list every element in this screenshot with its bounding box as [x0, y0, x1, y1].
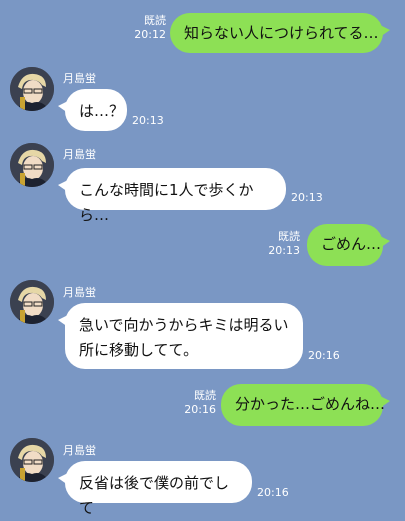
message-time: 20:16 [308, 349, 340, 362]
message-meta: 既読 20:16 [166, 389, 216, 417]
sender-name: 月島蛍 [63, 148, 96, 161]
message-text-line: 急いで向かうからキミは明るい [79, 316, 289, 334]
message-time: 20:12 [134, 28, 166, 41]
chat-window[interactable]: 既読 20:12 知らない人につけられてる… 月島蛍 は…？ 20:13 月島蛍… [0, 0, 405, 517]
incoming-message-bubble[interactable]: 反省は後で僕の前でして [58, 461, 252, 517]
message-meta: 既読 20:13 [250, 230, 300, 258]
message-text: 知らない人につけられてる… [184, 24, 379, 42]
incoming-message-bubble[interactable]: こんな時間に1人で歩くから… [58, 168, 286, 224]
outgoing-message-bubble[interactable]: 分かった…ごめんね… [221, 384, 390, 426]
message-text: は…？ [79, 102, 125, 120]
incoming-message-bubble[interactable]: は…？ [58, 89, 127, 131]
sender-name: 月島蛍 [63, 286, 96, 299]
message-time: 20:13 [291, 191, 323, 204]
message-time: 20:16 [257, 486, 289, 499]
outgoing-message-bubble[interactable]: 知らない人につけられてる… [170, 13, 390, 53]
incoming-message-bubble[interactable]: 急いで向かうからキミは明るい 所に移動してて。 [58, 303, 303, 369]
message-meta: 既読 20:12 [116, 14, 166, 42]
outgoing-message-bubble[interactable]: ごめん… [307, 224, 390, 266]
read-receipt: 既読 [278, 230, 300, 243]
message-text: 分かった…ごめんね… [235, 395, 386, 413]
message-text: 反省は後で僕の前でして [79, 474, 230, 517]
message-text: こんな時間に1人で歩くから… [79, 181, 254, 224]
sender-name: 月島蛍 [63, 72, 96, 85]
user-avatar-icon[interactable] [10, 67, 54, 111]
read-receipt: 既読 [194, 389, 216, 402]
user-avatar-icon[interactable] [10, 438, 54, 482]
message-time: 20:13 [132, 114, 164, 127]
read-receipt: 既読 [144, 14, 166, 27]
message-time: 20:13 [268, 244, 300, 257]
message-text-line: 所に移動してて。 [79, 341, 199, 359]
message-time: 20:16 [184, 403, 216, 416]
sender-name: 月島蛍 [63, 444, 96, 457]
user-avatar-icon[interactable] [10, 280, 54, 324]
user-avatar-icon[interactable] [10, 143, 54, 187]
message-text: ごめん… [321, 235, 382, 253]
